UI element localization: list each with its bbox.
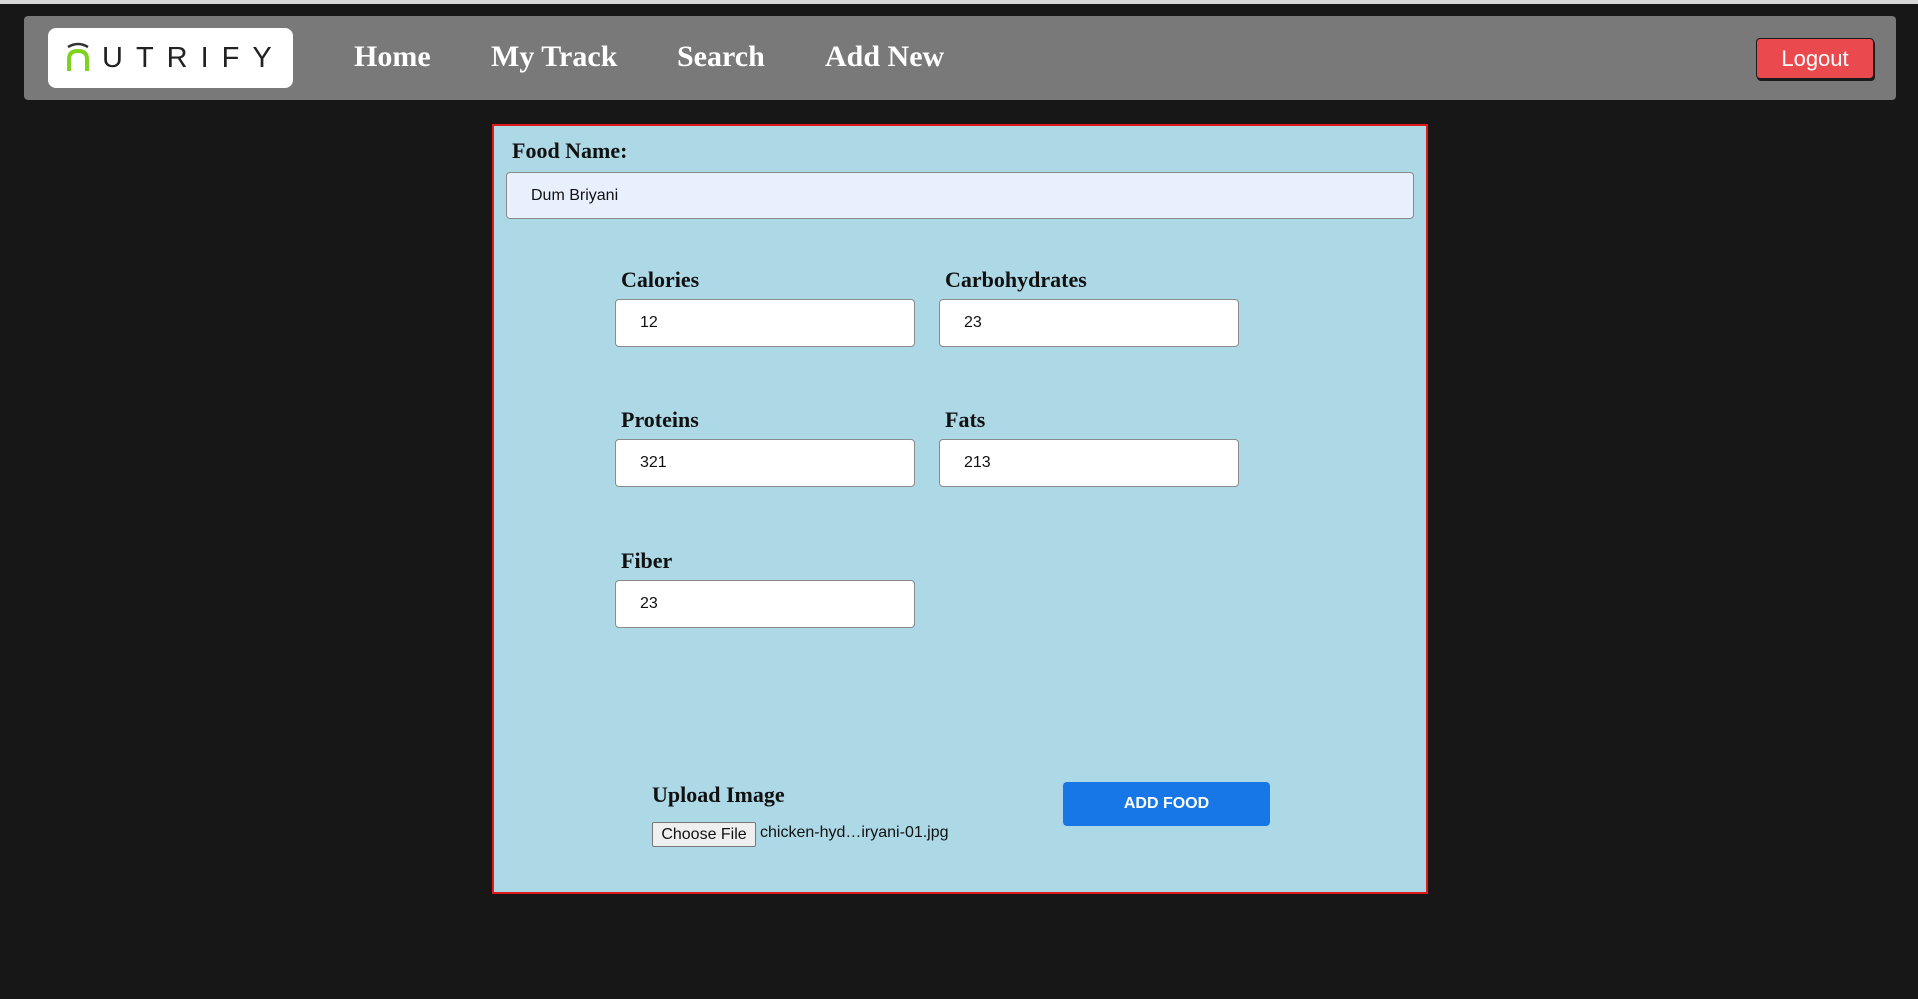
calories-label: Calories (621, 267, 700, 292)
nav-add-new-link[interactable]: Add New (825, 40, 944, 74)
fiber-label: Fiber (621, 548, 673, 573)
proteins-input[interactable]: 321 (615, 439, 915, 487)
food-name-label: Food Name: (512, 138, 628, 163)
calories-input[interactable]: 12 (615, 299, 915, 347)
upload-image-label: Upload Image (652, 782, 785, 807)
carbohydrates-label: Carbohydrates (945, 267, 1087, 292)
add-food-button[interactable]: ADD FOOD (1063, 782, 1270, 826)
proteins-label: Proteins (621, 407, 699, 432)
nav-my-track-link[interactable]: My Track (491, 40, 617, 74)
logo-arch-icon (64, 41, 92, 75)
fats-input[interactable]: 213 (939, 439, 1239, 487)
brand-logo[interactable]: UTRIFY (48, 28, 293, 88)
selected-file-name: chicken-hyd…iryani-01.jpg (760, 824, 949, 841)
food-name-input[interactable]: Dum Briyani (506, 172, 1414, 219)
fiber-input[interactable]: 23 (615, 580, 915, 628)
nav-search-link[interactable]: Search (677, 40, 765, 74)
top-edge-line (0, 0, 1918, 4)
nav-home-link[interactable]: Home (354, 40, 431, 74)
logo-wordmark: UTRIFY (102, 41, 285, 74)
top-navbar: UTRIFY Home My Track Search Add New Logo… (24, 16, 1896, 100)
logout-button[interactable]: Logout (1756, 38, 1874, 79)
fats-label: Fats (945, 407, 986, 432)
choose-file-button[interactable]: Choose File (652, 822, 756, 847)
add-food-form: Food Name: Dum Briyani Calories 12 Carbo… (492, 124, 1428, 894)
carbohydrates-input[interactable]: 23 (939, 299, 1239, 347)
